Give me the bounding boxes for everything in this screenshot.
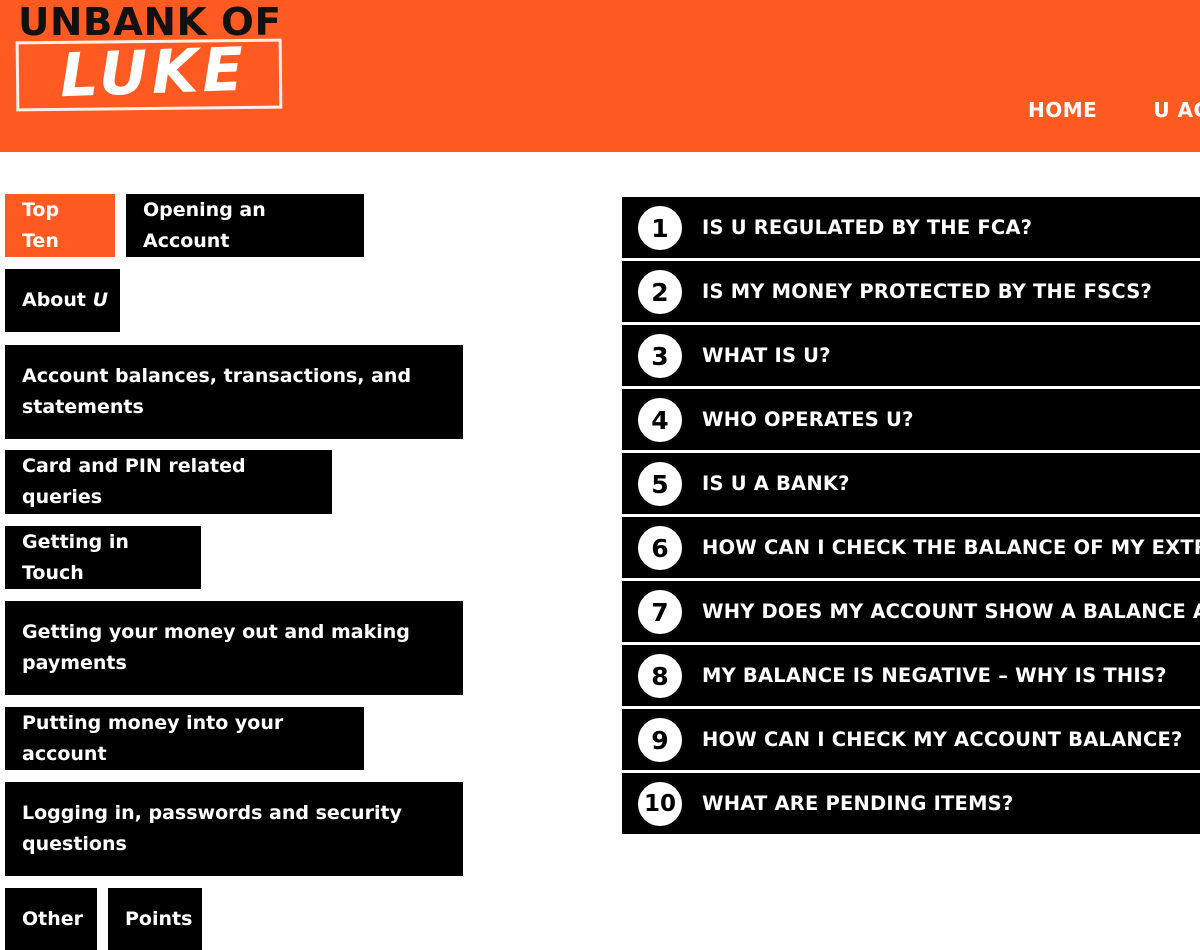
faq-number: 8: [638, 654, 682, 698]
category-label: Card and PIN related queries: [22, 455, 246, 508]
faq-number: 6: [638, 526, 682, 570]
logo[interactable]: UNBANK OF LUKE: [0, 0, 300, 130]
faq-question: IS U A BANK?: [702, 472, 850, 495]
faq-number: 3: [638, 334, 682, 378]
faq-item[interactable]: 7 WHY DOES MY ACCOUNT SHOW A BALANCE AND: [622, 581, 1200, 642]
faq-item[interactable]: 6 HOW CAN I CHECK THE BALANCE OF MY EXTR…: [622, 517, 1200, 578]
faq-item[interactable]: 3 WHAT IS U?: [622, 325, 1200, 386]
category-money-out[interactable]: Getting your money out and making paymen…: [5, 601, 463, 695]
category-points[interactable]: Points: [108, 888, 202, 950]
faq-question: IS MY MONEY PROTECTED BY THE FSCS?: [702, 280, 1152, 303]
category-label: Points: [125, 907, 193, 930]
category-label: Top Ten: [22, 198, 60, 252]
faq-item[interactable]: 8 MY BALANCE IS NEGATIVE – WHY IS THIS?: [622, 645, 1200, 706]
category-label: Account balances, transactions, and stat…: [22, 365, 412, 418]
category-top-ten[interactable]: Top Ten: [5, 194, 115, 257]
faq-number: 7: [638, 590, 682, 634]
category-card-pin[interactable]: Card and PIN related queries: [5, 450, 332, 514]
faq-question: WHO OPERATES U?: [702, 408, 914, 431]
faq-question: WHAT IS U?: [702, 344, 831, 367]
main-nav: HOME U ACC: [1028, 98, 1200, 122]
faq-question: IS U REGULATED BY THE FCA?: [702, 216, 1033, 239]
category-label: Other: [22, 907, 84, 930]
category-account-balances[interactable]: Account balances, transactions, and stat…: [5, 345, 463, 439]
faq-number: 2: [638, 270, 682, 314]
category-other[interactable]: Other: [5, 888, 97, 950]
category-money-in[interactable]: Putting money into your account: [5, 707, 364, 770]
category-about-u[interactable]: About U: [5, 269, 120, 332]
category-logging-in[interactable]: Logging in, passwords and security quest…: [5, 782, 463, 876]
category-label: Opening an Account: [143, 198, 266, 252]
faq-question: WHY DOES MY ACCOUNT SHOW A BALANCE AND: [702, 600, 1200, 623]
faq-number: 1: [638, 206, 682, 250]
faq-item[interactable]: 1 IS U REGULATED BY THE FCA?: [622, 197, 1200, 258]
nav-u-account[interactable]: U ACC: [1153, 98, 1200, 122]
category-label-prefix: About: [22, 289, 93, 311]
faq-number: 10: [638, 782, 682, 826]
faq-question: WHAT ARE PENDING ITEMS?: [702, 792, 1014, 815]
faq-question: MY BALANCE IS NEGATIVE – WHY IS THIS?: [702, 664, 1167, 687]
category-label: Putting money into your account: [22, 711, 284, 765]
category-label-emphasis: U: [92, 289, 109, 311]
faq-number: 9: [638, 718, 682, 762]
logo-text-bottom: LUKE: [58, 34, 249, 112]
faq-number: 4: [638, 398, 682, 442]
faq-item[interactable]: 4 WHO OPERATES U?: [622, 389, 1200, 450]
category-label: Getting your money out and making paymen…: [22, 621, 410, 674]
faq-item[interactable]: 5 IS U A BANK?: [622, 453, 1200, 514]
nav-home[interactable]: HOME: [1028, 98, 1097, 122]
category-label: Getting in Touch: [22, 530, 129, 584]
faq-item[interactable]: 2 IS MY MONEY PROTECTED BY THE FSCS?: [622, 261, 1200, 322]
faq-number: 5: [638, 462, 682, 506]
site-header: UNBANK OF LUKE HOME U ACC: [0, 0, 1200, 152]
category-getting-in-touch[interactable]: Getting in Touch: [5, 526, 201, 589]
category-label: About U: [22, 285, 108, 316]
faq-question: HOW CAN I CHECK MY ACCOUNT BALANCE?: [702, 728, 1183, 751]
faq-question: HOW CAN I CHECK THE BALANCE OF MY EXTRA …: [702, 536, 1200, 559]
faq-item[interactable]: 9 HOW CAN I CHECK MY ACCOUNT BALANCE?: [622, 709, 1200, 770]
faq-item[interactable]: 10 WHAT ARE PENDING ITEMS?: [622, 773, 1200, 834]
category-opening-account[interactable]: Opening an Account: [126, 194, 364, 257]
category-label: Logging in, passwords and security quest…: [22, 802, 402, 855]
